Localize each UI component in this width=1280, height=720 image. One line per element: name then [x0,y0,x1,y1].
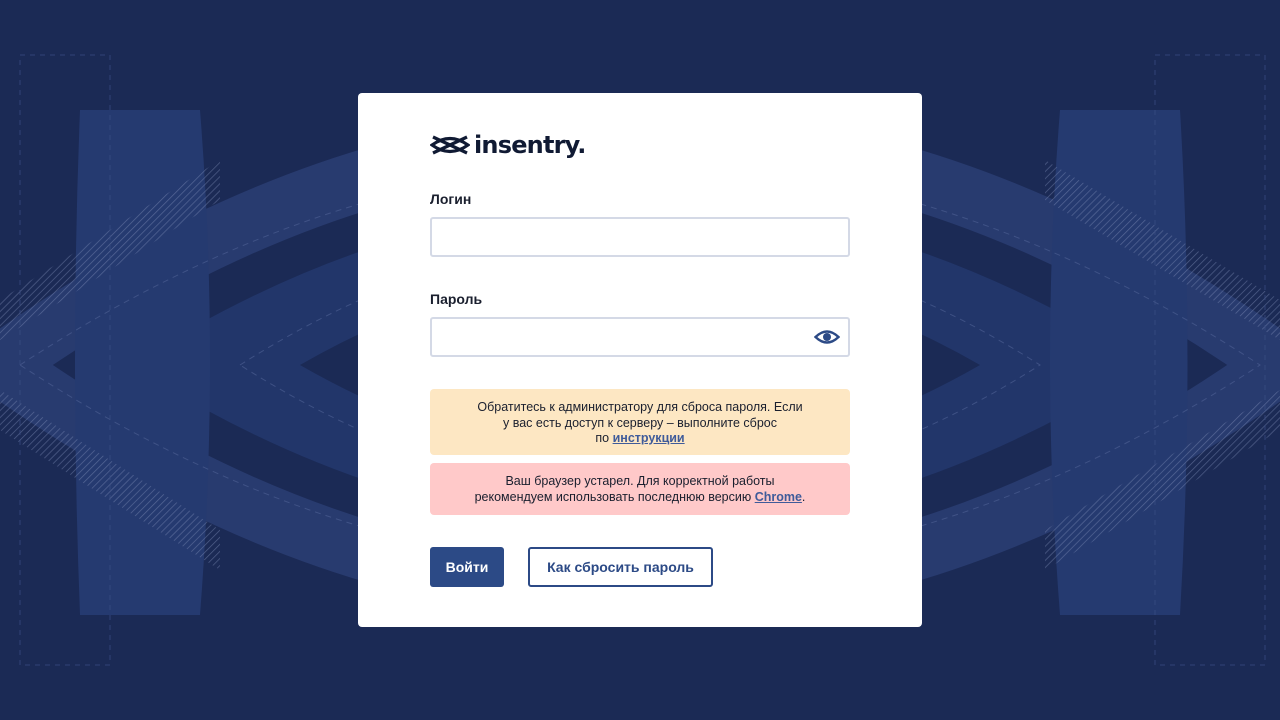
password-input[interactable] [430,317,850,357]
instructions-link[interactable]: инструкции [613,431,685,445]
browser-notice-line2: рекомендуем использовать последнюю верси… [430,490,850,506]
password-label: Пароль [430,291,483,307]
login-input[interactable] [430,217,850,257]
chrome-link[interactable]: Chrome [755,490,802,504]
eye-icon[interactable] [814,327,840,347]
brand-logo: insentry. [430,131,586,159]
browser-notice-prefix: рекомендуем использовать последнюю верси… [474,489,755,504]
login-button[interactable]: Войти [430,547,504,587]
reset-notice-line1: Обратитесь к администратору для сброса п… [477,400,803,414]
reset-notice-line3: по инструкции [430,431,850,447]
brand-name: insentry. [474,131,586,159]
login-card: insentry. Логин Пароль Обратитесь к адми… [358,93,922,627]
reset-notice: Обратитесь к администратору для сброса п… [430,389,850,455]
login-label: Логин [430,191,472,207]
reset-notice-prefix: по [595,431,613,445]
browser-outdated-notice: Ваш браузер устарел. Для корректной рабо… [430,463,850,515]
browser-notice-line1: Ваш браузер устарел. Для корректной рабо… [505,474,775,488]
browser-notice-suffix: . [801,489,806,504]
reset-notice-line2: у вас есть доступ к серверу – выполните … [503,415,777,430]
insentry-eye-logo-icon [430,135,470,155]
reset-password-button[interactable]: Как сбросить пароль [528,547,713,587]
